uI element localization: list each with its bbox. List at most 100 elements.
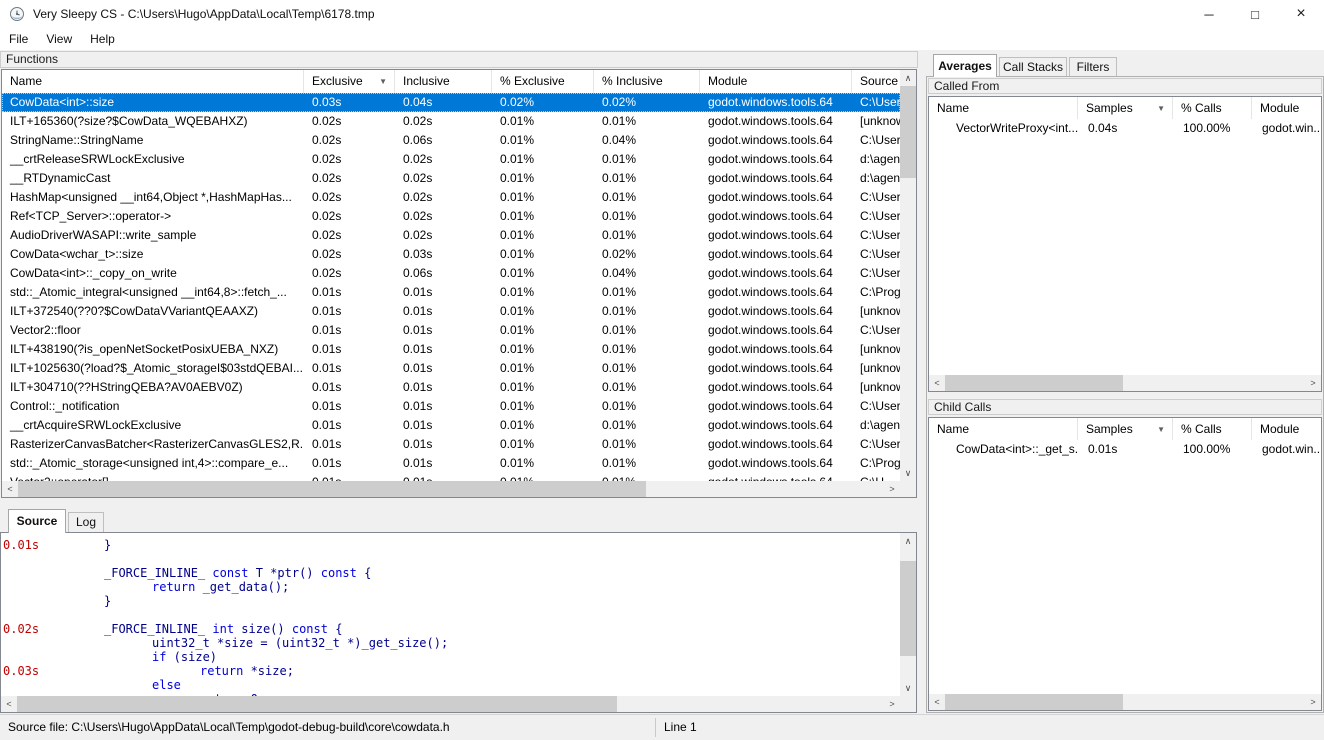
tab-call-stacks[interactable]: Call Stacks <box>999 57 1067 77</box>
menu-view[interactable]: View <box>37 28 81 50</box>
list-item[interactable]: CowData<int>::_get_s...0.01s100.00%godot… <box>929 440 1321 459</box>
child-calls-horizontal-scrollbar[interactable]: < > <box>929 694 1321 710</box>
scrollbar-track[interactable] <box>945 375 1305 391</box>
tab-averages[interactable]: Averages <box>933 54 997 77</box>
source-horizontal-scrollbar[interactable]: < > <box>1 696 900 712</box>
code-fragment: _FORCE_INLINE_ <box>104 566 212 580</box>
column-header-samples[interactable]: Samples▼ <box>1078 418 1173 440</box>
column-label: Module <box>1260 101 1299 115</box>
menu-help[interactable]: Help <box>81 28 124 50</box>
source-vertical-scrollbar[interactable]: ∧ ∨ <box>900 533 916 696</box>
scrollbar-thumb[interactable] <box>17 696 617 712</box>
function-row[interactable]: Vector2::operator[]0.01s0.01s0.01%0.01%g… <box>2 473 900 481</box>
module-name: godot.windows.tools.64 <box>700 112 852 131</box>
title-bar[interactable]: Very Sleepy CS - C:\Users\Hugo\AppData\L… <box>0 0 1324 28</box>
function-row[interactable]: HashMap<unsigned __int64,Object *,HashMa… <box>2 188 900 207</box>
exclusive-pct: 0.01% <box>492 378 594 397</box>
inclusive-time: 0.01s <box>395 340 492 359</box>
scrollbar-thumb[interactable] <box>945 694 1123 710</box>
scroll-left-icon[interactable]: < <box>1 696 17 712</box>
inclusive-time: 0.01s <box>395 416 492 435</box>
scrollbar-thumb[interactable] <box>945 375 1123 391</box>
column-label: Samples <box>1086 422 1133 436</box>
scroll-left-icon[interactable]: < <box>929 694 945 710</box>
function-row[interactable]: ILT+1025630(?load?$_Atomic_storageI$03st… <box>2 359 900 378</box>
function-row[interactable]: ILT+165360(?size?$CowData_WQEBAHXZ)0.02s… <box>2 112 900 131</box>
function-row[interactable]: __crtAcquireSRWLockExclusive0.01s0.01s0.… <box>2 416 900 435</box>
scrollbar-track[interactable] <box>945 694 1305 710</box>
tab-log[interactable]: Log <box>68 512 104 532</box>
column-header-source[interactable]: Source <box>852 70 900 93</box>
column-header-module[interactable]: Module <box>700 70 852 93</box>
function-row[interactable]: std::_Atomic_storage<unsigned int,4>::co… <box>2 454 900 473</box>
function-row[interactable]: Control::_notification0.01s0.01s0.01%0.0… <box>2 397 900 416</box>
column-header-pct-calls[interactable]: % Calls <box>1173 97 1252 119</box>
function-row[interactable]: ILT+372540(??0?$CowDataVVariantQEAAXZ)0.… <box>2 302 900 321</box>
function-row[interactable]: __crtReleaseSRWLockExclusive0.02s0.02s0.… <box>2 150 900 169</box>
scroll-down-icon[interactable]: ∨ <box>900 465 916 481</box>
scrollbar-thumb[interactable] <box>18 481 646 497</box>
module-name: godot.windows.tools.64 <box>700 416 852 435</box>
scroll-right-icon[interactable]: > <box>1305 694 1321 710</box>
scrollbar-thumb[interactable] <box>900 86 916 178</box>
function-row[interactable]: StringName::StringName0.02s0.06s0.01%0.0… <box>2 131 900 150</box>
scroll-up-icon[interactable]: ∧ <box>900 533 916 549</box>
scroll-right-icon[interactable]: > <box>1305 375 1321 391</box>
column-header-module[interactable]: Module <box>1252 97 1321 119</box>
column-header-samples[interactable]: Samples▼ <box>1078 97 1173 119</box>
scrollbar-track[interactable] <box>18 481 884 497</box>
called-from-horizontal-scrollbar[interactable]: < > <box>929 375 1321 391</box>
close-button[interactable]: × <box>1278 0 1324 28</box>
column-header-pct-calls[interactable]: % Calls <box>1173 418 1252 440</box>
function-row[interactable]: ILT+304710(??HStringQEBA?AV0AEBV0Z)0.01s… <box>2 378 900 397</box>
function-row[interactable]: Ref<TCP_Server>::operator->0.02s0.02s0.0… <box>2 207 900 226</box>
column-header-inclusive[interactable]: Inclusive <box>395 70 492 93</box>
tab-source[interactable]: Source <box>8 509 66 533</box>
function-row[interactable]: RasterizerCanvasBatcher<RasterizerCanvas… <box>2 435 900 454</box>
scroll-left-icon[interactable]: < <box>2 481 18 497</box>
column-header-name[interactable]: Name <box>2 70 304 93</box>
minimize-button[interactable]: ─ <box>1186 0 1232 28</box>
inclusive-pct: 0.01% <box>594 340 700 359</box>
module-name: godot.windows.tools.64 <box>700 473 852 481</box>
menu-file[interactable]: File <box>0 28 37 50</box>
function-row[interactable]: __RTDynamicCast0.02s0.02s0.01%0.01%godot… <box>2 169 900 188</box>
source-code[interactable]: 0.01s}_FORCE_INLINE_ const T *ptr() cons… <box>1 533 900 696</box>
column-header-name[interactable]: Name <box>929 418 1078 440</box>
inclusive-time: 0.04s <box>395 93 492 112</box>
column-header-pct-exclusive[interactable]: % Exclusive <box>492 70 594 93</box>
column-header-exclusive[interactable]: Exclusive▼ <box>304 70 395 93</box>
exclusive-pct: 0.01% <box>492 321 594 340</box>
column-header-pct-inclusive[interactable]: % Inclusive <box>594 70 700 93</box>
column-header-name[interactable]: Name <box>929 97 1078 119</box>
function-row[interactable]: CowData<int>::size0.03s0.04s0.02%0.02%go… <box>2 93 900 112</box>
scrollbar-track[interactable] <box>900 549 916 680</box>
scrollbar-track[interactable] <box>17 696 884 712</box>
list-item[interactable]: VectorWriteProxy<int...0.04s100.00%godot… <box>929 119 1321 138</box>
functions-vertical-scrollbar[interactable]: ∧ ∨ <box>900 70 916 481</box>
column-header-module[interactable]: Module <box>1252 418 1321 440</box>
function-row[interactable]: CowData<wchar_t>::size0.02s0.03s0.01%0.0… <box>2 245 900 264</box>
functions-horizontal-scrollbar[interactable]: < > <box>2 481 900 497</box>
maximize-button[interactable]: □ <box>1232 0 1278 28</box>
inclusive-time: 0.01s <box>395 302 492 321</box>
column-label: Exclusive <box>312 74 363 88</box>
callee-name: CowData<int>::_get_s... <box>929 440 1078 459</box>
scroll-right-icon[interactable]: > <box>884 696 900 712</box>
code-text: else <box>152 678 181 692</box>
scrollbar-track[interactable] <box>900 86 916 465</box>
code-line: return _get_data(); <box>1 580 900 594</box>
function-row[interactable]: ILT+438190(?is_openNetSocketPosixUEBA_NX… <box>2 340 900 359</box>
scroll-up-icon[interactable]: ∧ <box>900 70 916 86</box>
scroll-down-icon[interactable]: ∨ <box>900 680 916 696</box>
function-row[interactable]: CowData<int>::_copy_on_write0.02s0.06s0.… <box>2 264 900 283</box>
scroll-left-icon[interactable]: < <box>929 375 945 391</box>
function-name: AudioDriverWASAPI::write_sample <box>2 226 304 245</box>
inclusive-time: 0.01s <box>395 473 492 481</box>
function-row[interactable]: Vector2::floor0.01s0.01s0.01%0.01%godot.… <box>2 321 900 340</box>
scroll-right-icon[interactable]: > <box>884 481 900 497</box>
tab-filters[interactable]: Filters <box>1069 57 1117 77</box>
function-row[interactable]: std::_Atomic_integral<unsigned __int64,8… <box>2 283 900 302</box>
function-row[interactable]: AudioDriverWASAPI::write_sample0.02s0.02… <box>2 226 900 245</box>
scrollbar-thumb[interactable] <box>900 561 916 656</box>
